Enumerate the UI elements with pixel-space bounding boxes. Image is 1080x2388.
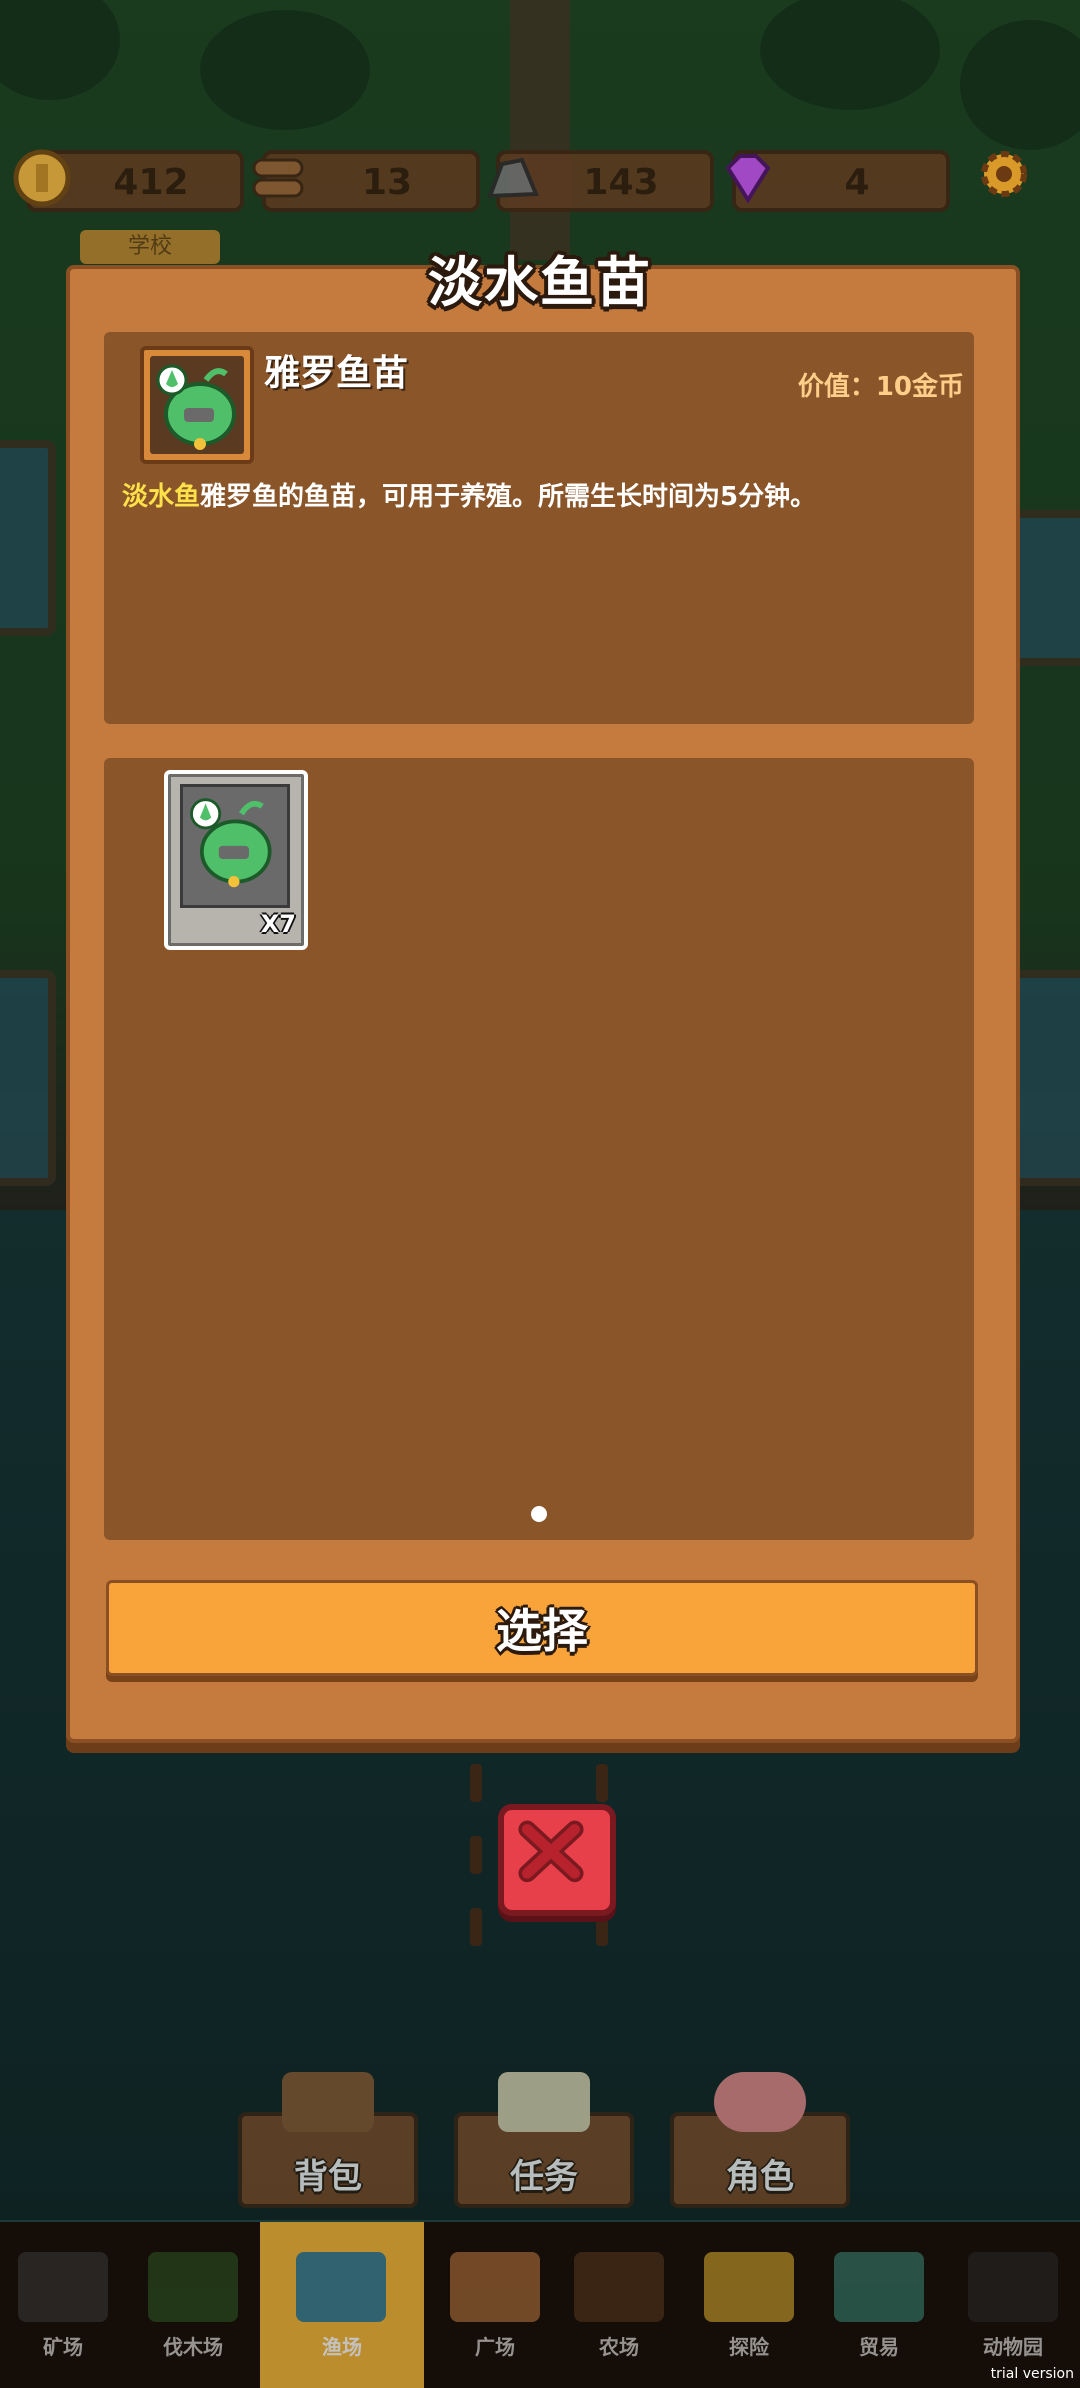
tab-label: 探险 [729, 2335, 769, 2359]
tab-mine[interactable]: 矿场 [0, 2222, 126, 2388]
backpack-icon [282, 2072, 374, 2132]
task-label: 任务 [510, 2157, 578, 2197]
page-indicator-dot [531, 1506, 547, 1522]
fish-fry-icon [156, 364, 236, 450]
tab-label: 渔场 [322, 2335, 362, 2359]
backpack-label: 背包 [294, 2157, 362, 2197]
pig-character-icon [714, 2072, 806, 2132]
farm-icon [574, 2252, 664, 2322]
wood-counter: 13 [252, 150, 480, 212]
backpack-button[interactable]: 背包 [238, 2072, 418, 2208]
lumberyard-icon [148, 2252, 238, 2322]
tab-explore[interactable]: 探险 [686, 2222, 812, 2388]
task-board-icon [498, 2072, 590, 2132]
rope-post [470, 1764, 482, 1802]
tab-farm[interactable]: 农场 [556, 2222, 682, 2388]
item-description-text: 雅罗鱼的鱼苗，可用于养殖。所需生长时间为5分钟。 [200, 482, 817, 512]
tab-lumberyard[interactable]: 伐木场 [130, 2222, 256, 2388]
coin-value: 412 [113, 162, 189, 203]
modal-title: 淡水鱼苗 [428, 251, 652, 314]
stone-icon [487, 157, 539, 199]
tab-trade[interactable]: 贸易 [816, 2222, 942, 2388]
zoo-icon [968, 2252, 1058, 2322]
item-quantity: X7 [260, 910, 296, 938]
tab-label: 贸易 [859, 2335, 899, 2359]
gem-icon [725, 154, 771, 204]
character-button[interactable]: 角色 [670, 2072, 850, 2208]
tab-label: 矿场 [43, 2335, 83, 2359]
rope-post [596, 1764, 608, 1802]
rope-post [470, 1836, 482, 1874]
coin-counter: 412 [13, 149, 244, 212]
close-button[interactable] [498, 1804, 616, 1916]
wood-log-icon [252, 158, 304, 198]
item-price: 价值：10金币 [797, 372, 964, 402]
tab-label: 农场 [599, 2335, 639, 2359]
tab-label: 广场 [475, 2335, 515, 2359]
stone-value: 143 [583, 162, 659, 203]
character-label: 角色 [726, 2157, 794, 2197]
trade-icon [834, 2252, 924, 2322]
tab-label: 动物园 [983, 2335, 1043, 2359]
explore-icon [704, 2252, 794, 2322]
select-button[interactable]: 选择 [106, 1580, 978, 1676]
tab-plaza[interactable]: 广场 [432, 2222, 558, 2388]
mine-icon [18, 2252, 108, 2322]
tab-label: 伐木场 [163, 2335, 223, 2359]
trial-watermark: trial version [990, 2366, 1074, 2382]
item-category-tag: 淡水鱼 [122, 482, 201, 512]
item-info-panel: 雅罗鱼苗 价值：10金币 淡水鱼雅罗鱼的鱼苗，可用于养殖。所需生长时间为5分钟。 [104, 332, 974, 724]
select-button-label: 选择 [496, 1604, 588, 1658]
tab-fishery[interactable]: 渔场 [260, 2222, 424, 2388]
fishery-icon [296, 2252, 386, 2322]
gem-value: 4 [844, 162, 870, 203]
item-name: 雅罗鱼苗 [264, 353, 409, 394]
inventory-slot[interactable]: X7 [164, 770, 308, 950]
gear-icon[interactable] [976, 146, 1032, 202]
inventory-grid: X7 [104, 758, 974, 1540]
stone-counter: 143 [487, 150, 714, 212]
plaza-icon [450, 2252, 540, 2322]
item-description: 淡水鱼雅罗鱼的鱼苗，可用于养殖。所需生长时间为5分钟。 [122, 476, 956, 513]
item-preview-frame [140, 346, 254, 464]
gem-counter: 4 [725, 150, 950, 212]
fish-fry-icon [190, 798, 272, 888]
task-button[interactable]: 任务 [454, 2072, 634, 2208]
wood-value: 13 [361, 162, 413, 203]
tab-zoo[interactable]: 动物园 [950, 2222, 1076, 2388]
rope-post [470, 1908, 482, 1946]
coin-icon [13, 149, 71, 207]
close-icon [518, 1820, 584, 1883]
